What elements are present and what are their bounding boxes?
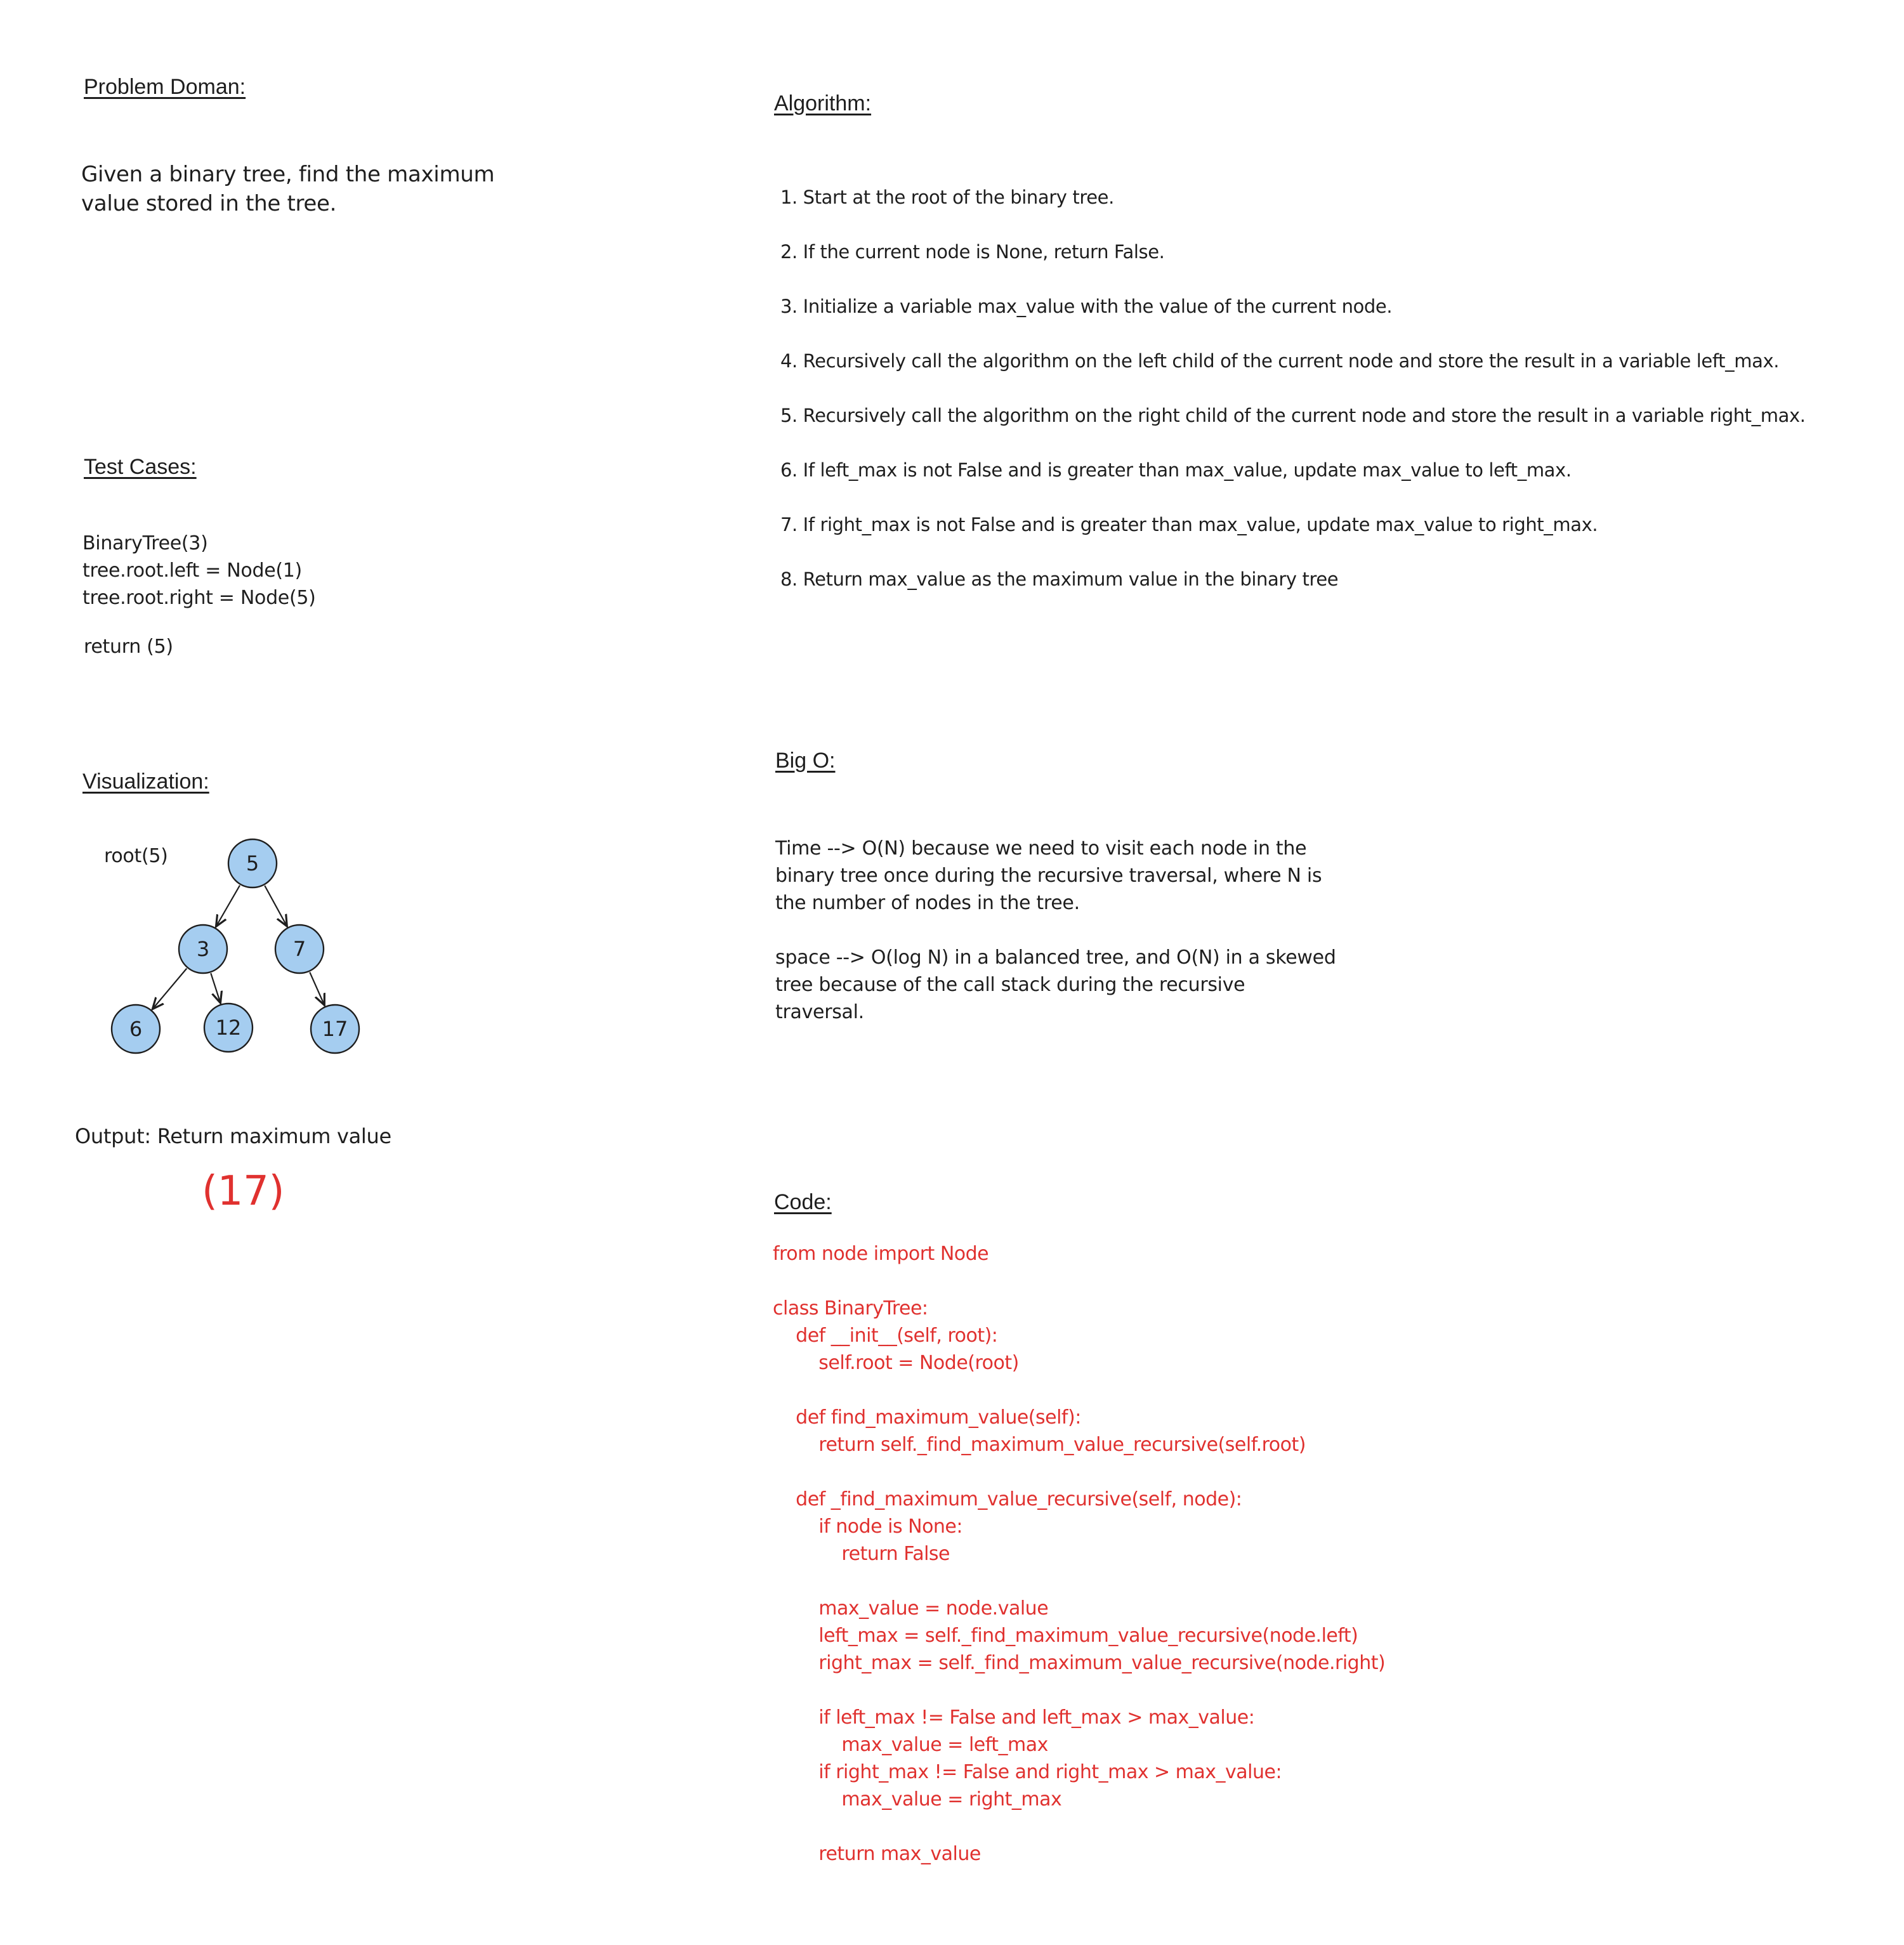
algorithm-step-2: 2. If the current node is None, return F… [780, 241, 1165, 263]
algorithm-step-3: 3. Initialize a variable max_value with … [780, 296, 1393, 317]
algorithm-heading: Algorithm: [774, 91, 872, 115]
algorithm-step-5: 5. Recursively call the algorithm on the… [780, 405, 1806, 426]
output-label: Output: Return maximum value [75, 1124, 391, 1148]
tree-edge-n3-n6 [152, 967, 188, 1009]
algorithm-step-6: 6. If left_max is not False and is great… [780, 459, 1572, 481]
code-block: from node import Node class BinaryTree: … [773, 1243, 1386, 1865]
tree-edge-n7-n17 [309, 972, 324, 1005]
big-o-space-line-3: traversal. [775, 1001, 864, 1023]
big-o-time-line-1: Time --> O(N) because we need to visit e… [775, 837, 1307, 860]
tree-node-label-7: 7 [293, 937, 306, 961]
tree-node-label-3: 3 [197, 937, 209, 961]
tree-edge-n3-n12 [210, 972, 220, 1003]
big-o-space-line-2: tree because of the call stack during th… [775, 974, 1245, 996]
big-o-time-line-2: binary tree once during the recursive tr… [775, 865, 1322, 887]
binary-tree-diagram: 5 3 7 6 12 17 [110, 838, 360, 1054]
big-o-time-line-3: the number of nodes in the tree. [775, 892, 1080, 914]
tree-node-label-12: 12 [216, 1016, 242, 1040]
tree-edge-n5-n7 [264, 885, 287, 926]
output-value: (17) [202, 1168, 285, 1215]
algorithm-step-4: 4. Recursively call the algorithm on the… [780, 350, 1780, 372]
tree-node-label-17: 17 [322, 1017, 348, 1041]
algorithm-step-7: 7. If right_max is not False and is grea… [780, 514, 1598, 535]
tree-node-label-5: 5 [246, 851, 259, 875]
code-heading: Code: [774, 1190, 832, 1214]
tree-node-label-6: 6 [129, 1017, 142, 1041]
tree-edge-n5-n3 [216, 885, 240, 927]
big-o-space-line-1: space --> O(log N) in a balanced tree, a… [775, 946, 1336, 969]
big-o-heading: Big O: [775, 749, 836, 773]
algorithm-step-1: 1. Start at the root of the binary tree. [780, 187, 1114, 208]
algorithm-step-8: 8. Return max_value as the maximum value… [780, 568, 1339, 590]
